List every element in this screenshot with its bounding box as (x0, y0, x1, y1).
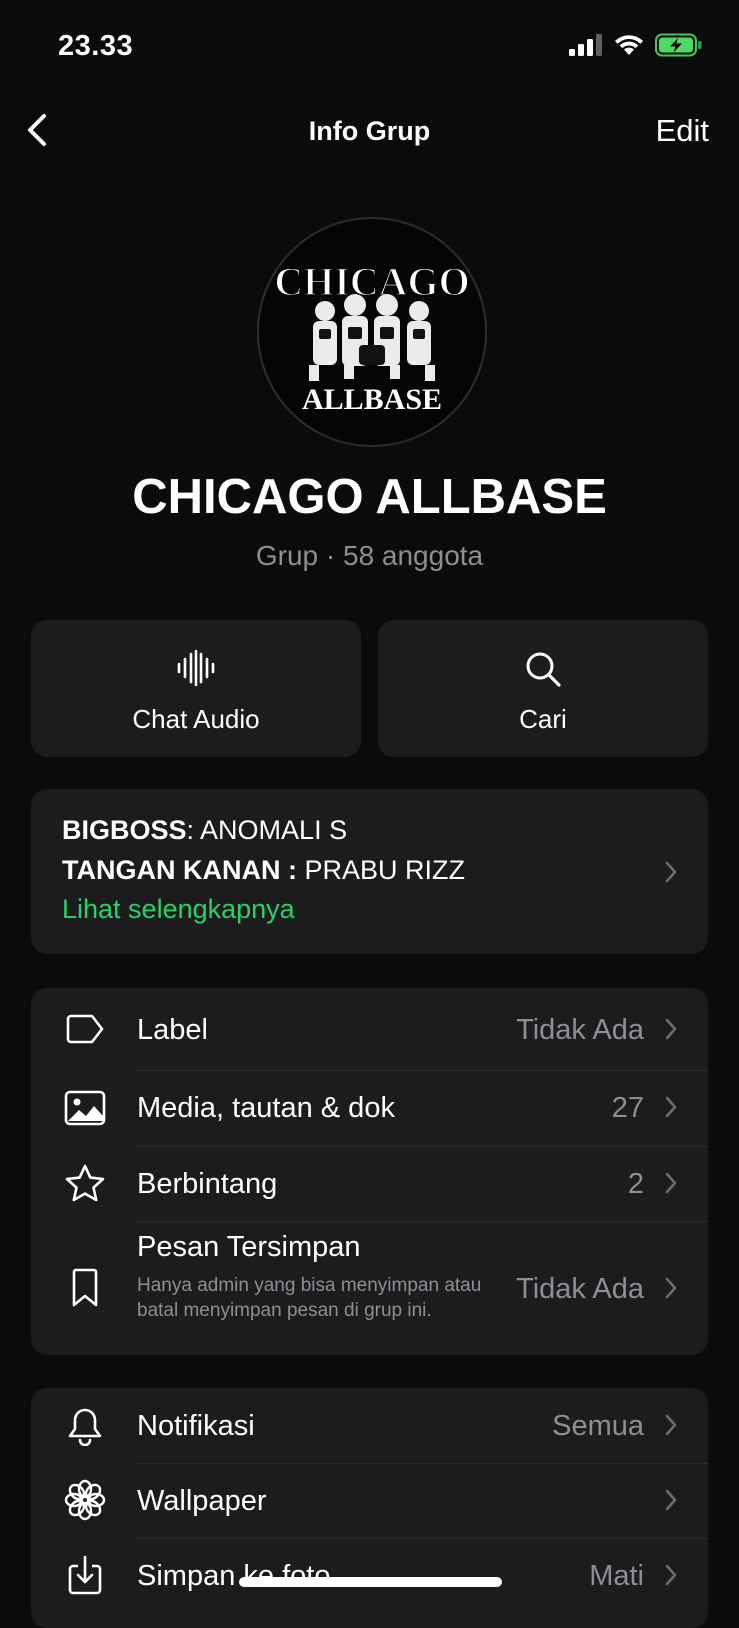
signal-icon (569, 34, 602, 56)
see-more-link[interactable]: Lihat selengkapnya (62, 894, 295, 925)
save-download-icon (68, 1555, 102, 1595)
bell-icon (68, 1408, 102, 1446)
avatar-text-bottom: ALLBASE (302, 383, 442, 416)
media-row-value: 27 (611, 1092, 644, 1124)
chevron-right-icon (665, 1096, 677, 1118)
navigation-bar: Info Grup Edit (0, 100, 739, 162)
description-line-1: BIGBOSS: ANOMALI S (62, 815, 348, 845)
chevron-right-icon (665, 1564, 677, 1586)
group-description-card[interactable]: BIGBOSS: ANOMALI S TANGAN KANAN : PRABU … (31, 789, 708, 954)
bookmark-icon (72, 1268, 98, 1307)
saved-messages-value: Tidak Ada (516, 1273, 644, 1305)
notifications-row[interactable]: Notifikasi Semua (31, 1388, 708, 1463)
page-title: Info Grup (308, 116, 431, 146)
chat-audio-label: Chat Audio (132, 704, 260, 734)
save-to-photos-value: Mati (589, 1560, 644, 1592)
save-to-photos-row[interactable]: Simpan ke foto Mati (31, 1538, 708, 1613)
battery-charging-icon (655, 33, 702, 57)
saved-messages-row[interactable]: Pesan Tersimpan Hanya admin yang bisa me… (31, 1221, 708, 1355)
group-name: CHICAGO ALLBASE (132, 470, 607, 524)
avatar-text-top: CHICAGO (274, 259, 470, 304)
group-avatar-image: CHICAGO ALLBASE (273, 258, 470, 416)
starred-row-value: 2 (627, 1168, 644, 1200)
chevron-right-icon (665, 1277, 677, 1299)
label-row-value: Tidak Ada (516, 1014, 644, 1046)
media-row-label: Media, tautan & dok (137, 1092, 395, 1124)
media-image-icon (64, 1090, 106, 1126)
chevron-right-icon (665, 1172, 677, 1194)
notifications-value: Semua (552, 1410, 644, 1442)
chevron-right-icon (665, 1414, 677, 1436)
media-row[interactable]: Media, tautan & dok 27 (31, 1070, 708, 1146)
settings-group-1: Label Tidak Ada Media, tautan & dok 27 B… (31, 988, 708, 1355)
home-indicator[interactable] (239, 1577, 502, 1587)
description-line-2: TANGAN KANAN : PRABU RIZZ (62, 855, 465, 885)
group-subtitle: Grup · 58 anggota (255, 540, 484, 571)
chat-audio-button[interactable]: Chat Audio (31, 620, 361, 757)
settings-group-2: Notifikasi Semua Wallpaper Simpan ke fot… (31, 1388, 708, 1628)
wallpaper-flower-icon (64, 1479, 106, 1521)
status-icons (569, 33, 703, 57)
chevron-right-icon (665, 861, 677, 883)
notifications-label: Notifikasi (137, 1410, 255, 1442)
group-avatar[interactable]: CHICAGO ALLBASE (257, 217, 487, 447)
search-icon (526, 652, 561, 687)
chevron-right-icon (665, 1489, 677, 1511)
wifi-icon (615, 35, 643, 55)
status-time: 23.33 (58, 30, 134, 62)
label-row-label: Label (137, 1014, 208, 1046)
starred-row-label: Berbintang (137, 1168, 278, 1200)
chevron-right-icon (665, 1018, 677, 1040)
search-button[interactable]: Cari (378, 620, 708, 757)
label-row[interactable]: Label Tidak Ada (31, 988, 708, 1070)
saved-messages-subtext: Hanya admin yang bisa menyimpan atau bat… (137, 1275, 482, 1321)
wallpaper-row[interactable]: Wallpaper (31, 1463, 708, 1538)
label-tag-icon (66, 1014, 104, 1044)
status-bar: 23.33 (0, 0, 739, 90)
star-icon (65, 1164, 105, 1202)
wallpaper-label: Wallpaper (137, 1485, 267, 1517)
edit-button[interactable]: Edit (656, 113, 709, 149)
starred-row[interactable]: Berbintang 2 (31, 1146, 708, 1221)
audio-waveform-icon (177, 650, 215, 686)
search-label: Cari (519, 704, 567, 734)
saved-messages-label: Pesan Tersimpan (137, 1231, 361, 1263)
